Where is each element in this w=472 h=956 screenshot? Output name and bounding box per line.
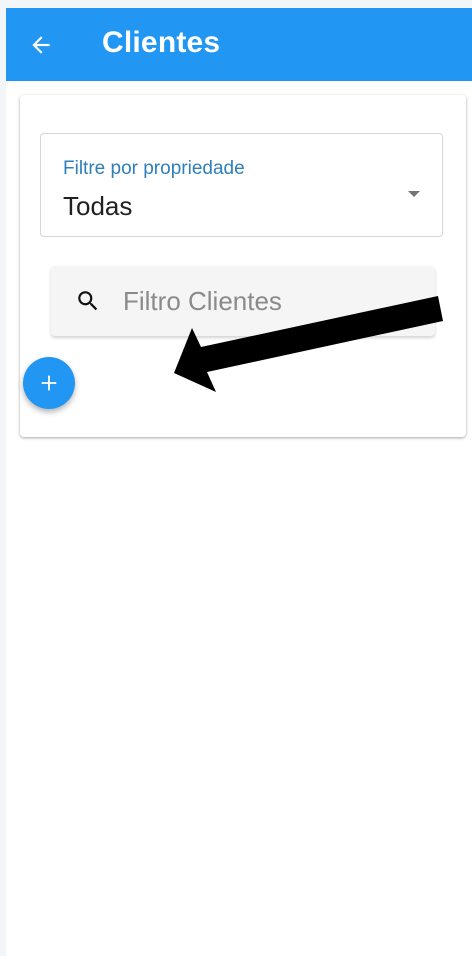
client-search-bar[interactable]: Filtro Clientes xyxy=(51,266,435,336)
property-filter-label: Filtre por propriedade xyxy=(63,158,245,179)
dropdown-caret-icon xyxy=(408,191,420,197)
search-icon xyxy=(78,291,98,311)
clients-card: Filtre por propriedade Todas Filtro Clie… xyxy=(20,95,466,437)
page-title: Clientes xyxy=(102,26,221,59)
search-input[interactable]: Filtro Clientes xyxy=(123,286,282,317)
add-client-button[interactable] xyxy=(23,357,75,409)
plus-icon xyxy=(41,375,57,391)
app-screen: Clientes Filtre por propriedade Todas Fi… xyxy=(6,8,472,956)
arrow-left-icon[interactable] xyxy=(28,32,54,58)
property-filter-select[interactable]: Filtre por propriedade Todas xyxy=(40,133,443,237)
property-filter-value: Todas xyxy=(63,191,133,221)
app-bar: Clientes xyxy=(6,8,472,81)
